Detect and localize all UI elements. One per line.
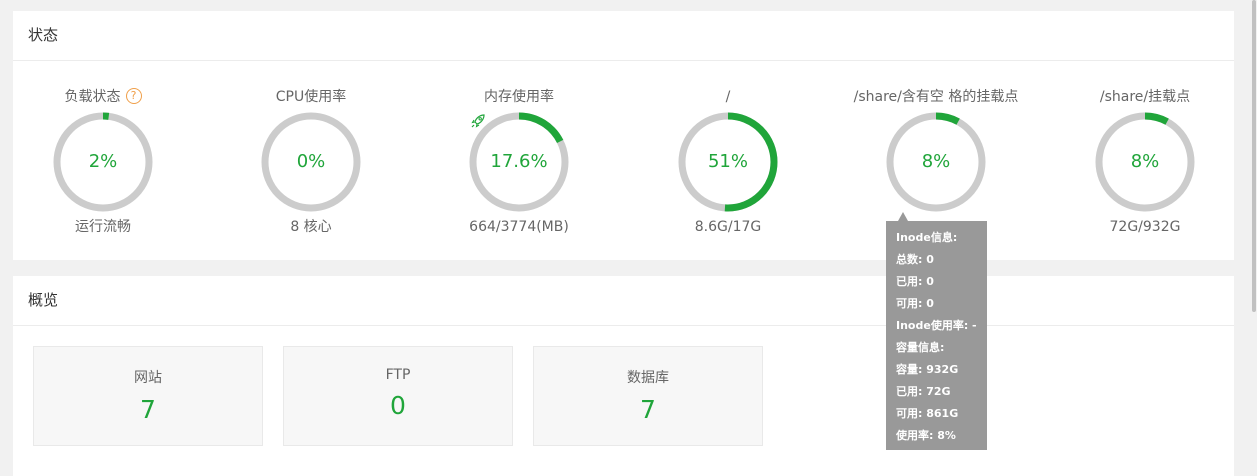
gauge-subtext: 8.6G/17G [694,219,762,235]
stat-value[interactable]: 7 [534,395,762,424]
stat-value[interactable]: 7 [34,395,262,424]
gauge-value: 51% [707,151,748,172]
gauge-load[interactable]: 负载状态? 2% 运行流畅 [3,87,203,237]
tooltip-row: 总数: 0 [896,253,934,266]
gauge-value: 0% [296,151,326,172]
gauge-label: /share/含有空 格的挂载点 [853,89,1019,105]
tooltip-row: 已用: 72G [896,385,951,398]
disk-info-tooltip: Inode信息: 总数: 0 已用: 0 可用: 0 Inode使用率: - 容… [886,221,987,450]
gauge-subtext: 8 核心 [290,219,332,235]
gauge-ring: 17.6% [469,112,569,212]
stat-label: 网站 [134,370,162,386]
stat-databases[interactable]: 数据库 7 [533,346,763,446]
gauge-ring: 8% [886,112,986,212]
gauge-value: 8% [1130,151,1160,172]
gauge-disk-share[interactable]: /share/挂载点 8% 72G/932G [1045,87,1245,237]
status-title: 状态 [13,11,1234,61]
gauge-disk-root[interactable]: / 51% 8.6G/17G [628,87,828,237]
gauge-subtext: 运行流畅 [75,219,131,235]
gauge-memory[interactable]: 内存使用率 17.6% 664/3774(MB) [419,87,619,237]
gauge-disk-share-space[interactable]: /share/含有空 格的挂载点 8% [836,87,1036,237]
tooltip-row: Inode信息: [896,231,958,244]
gauge-value: 8% [921,151,951,172]
gauge-value: 17.6% [490,151,548,172]
stat-label: FTP [385,367,411,383]
gauge-ring: 51% [678,112,778,212]
page-scrollbar[interactable] [1251,0,1257,462]
tooltip-row: 可用: 861G [896,407,959,420]
overview-panel: 概览 网站 7 FTP 0 数据库 7 [13,276,1234,476]
help-icon[interactable]: ? [125,88,142,104]
stat-value[interactable]: 0 [284,391,512,420]
gauge-label: / [725,89,731,105]
tooltip-row: 容量信息: [896,341,945,354]
scrollbar-thumb[interactable] [1252,0,1256,312]
gauge-label: CPU使用率 [275,89,347,105]
gauge-label: 内存使用率 [484,89,554,105]
gauge-label: 负载状态? [3,87,203,107]
tooltip-arrow [898,212,908,221]
tooltip-row: Inode使用率: - [896,319,977,332]
gauge-cpu[interactable]: CPU使用率 0% 8 核心 [211,87,411,237]
gauge-ring: 0% [261,112,361,212]
overview-title: 概览 [13,276,1234,326]
gauge-label: /share/挂载点 [1099,89,1191,105]
tooltip-row: 容量: 932G [896,363,959,376]
gauge-subtext: 664/3774(MB) [469,219,569,235]
stat-ftp[interactable]: FTP 0 [283,346,513,446]
gauge-ring: 8% [1095,112,1195,212]
gauge-subtext: 72G/932G [1109,219,1181,235]
gauge-ring: 2% [53,112,153,212]
tooltip-row: 可用: 0 [896,297,934,310]
tooltip-row: 使用率: 8% [896,429,956,442]
tooltip-row: 已用: 0 [896,275,934,288]
status-panel: 状态 负载状态? 2% 运行流畅 CPU使用率 0% 8 核心 内存使用率 17… [13,11,1234,260]
stat-label: 数据库 [627,370,669,386]
gauge-value: 2% [88,151,118,172]
stat-websites[interactable]: 网站 7 [33,346,263,446]
